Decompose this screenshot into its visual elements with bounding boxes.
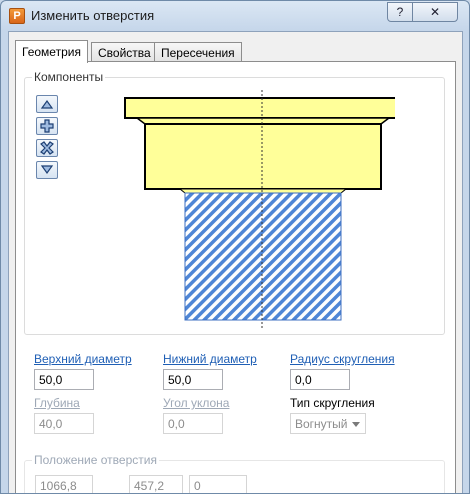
depth-input	[34, 413, 94, 434]
bottom-diameter-label[interactable]: Нижний диаметр	[163, 352, 257, 366]
window-title: Изменить отверстия	[31, 8, 155, 23]
tab-intersections[interactable]: Пересечения	[154, 42, 242, 62]
components-group: Компоненты	[24, 70, 445, 335]
hole-position-label: Положение отверстия	[32, 453, 159, 467]
close-button[interactable]: ✕	[412, 2, 458, 22]
chevron-down-icon	[352, 422, 360, 427]
app-icon: P	[9, 8, 25, 24]
depth-label: Глубина	[34, 396, 80, 410]
fillet-type-label: Тип скругления	[290, 396, 375, 410]
position-y-input	[129, 475, 183, 493]
components-label: Компоненты	[32, 70, 106, 84]
delete-button[interactable]	[36, 139, 58, 157]
dialog-client: Геометрия Свойства Пересечения Компонент…	[8, 31, 463, 493]
fillet-type-value: Вогнутый	[295, 417, 348, 431]
move-down-icon	[40, 165, 54, 175]
dialog-window: P Изменить отверстия ? ✕ Геометрия Свойс…	[0, 0, 470, 494]
tab-geometry[interactable]: Геометрия	[15, 40, 88, 63]
bottom-diameter-input[interactable]	[163, 369, 223, 390]
add-icon	[40, 119, 54, 133]
taper-angle-input	[163, 413, 223, 434]
hole-body-hatched	[184, 192, 342, 321]
tab-properties[interactable]: Свойства	[91, 42, 158, 62]
move-down-button[interactable]	[36, 161, 58, 179]
position-z-input	[189, 475, 247, 493]
move-up-button[interactable]	[36, 95, 58, 113]
hole-preview-drawing	[124, 90, 395, 330]
top-diameter-input[interactable]	[34, 369, 94, 390]
geometry-panel: Компоненты Верхний диаметр 50,0 Нижний д…	[15, 61, 456, 493]
fillet-radius-input[interactable]	[290, 369, 350, 390]
fillet-radius-label[interactable]: Радиус скругления	[290, 352, 395, 366]
title-bar: P Изменить отверстия ? ✕	[1, 1, 469, 31]
fillet-type-select: Вогнутый	[290, 413, 366, 434]
counterbore-body	[144, 123, 382, 190]
taper-angle-label: Угол уклона	[163, 396, 230, 410]
move-up-icon	[40, 99, 54, 109]
add-button[interactable]	[36, 117, 58, 135]
position-x-input	[35, 475, 93, 493]
delete-icon	[40, 141, 54, 155]
chamfer-bottom	[178, 188, 348, 194]
hole-position-group: Положение отверстия	[24, 453, 445, 493]
top-flange	[124, 97, 395, 119]
counterbore-shape	[124, 97, 395, 194]
help-button[interactable]: ?	[387, 2, 413, 22]
top-diameter-label[interactable]: Верхний диаметр	[34, 352, 132, 366]
